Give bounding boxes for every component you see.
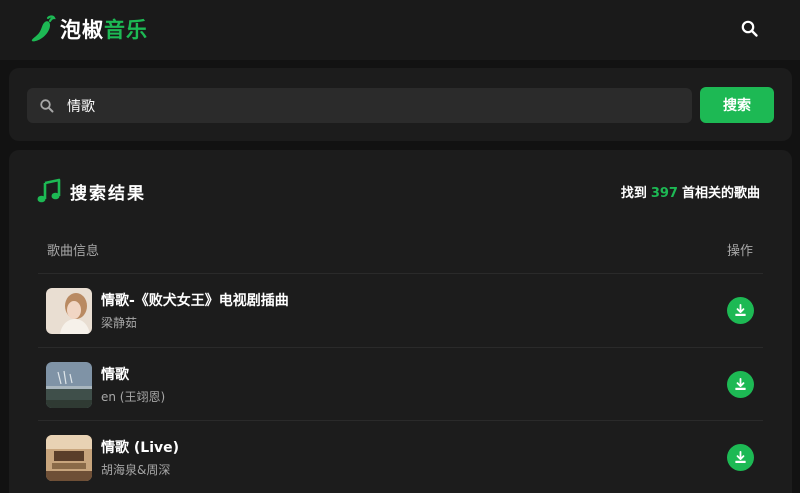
count-number: 397 — [650, 186, 678, 201]
count-prefix: 找到 — [620, 186, 647, 201]
download-icon — [735, 377, 746, 390]
song-row[interactable]: 情歌 (Live) 胡海泉&周深 — [38, 421, 763, 493]
song-row[interactable]: 情歌-《败犬女王》电视剧插曲 梁静茹 — [38, 274, 763, 348]
album-cover — [46, 288, 92, 334]
song-artist: en (王翊恩) — [101, 389, 166, 404]
chili-pepper-icon — [31, 15, 56, 42]
results-count: 找到 397 首相关的歌曲 — [621, 182, 760, 201]
download-button[interactable] — [727, 297, 754, 324]
album-cover — [46, 361, 92, 408]
app-title: 泡椒音乐 — [60, 18, 148, 42]
song-artist: 胡海泉&周深 — [101, 463, 171, 477]
table-header: 歌曲信息 操作 — [38, 238, 763, 274]
music-note-icon — [37, 178, 61, 203]
song-row[interactable]: 情歌 en (王翊恩) — [38, 348, 763, 421]
count-suffix: 首相关的歌曲 — [681, 186, 760, 201]
song-title: 情歌 — [101, 366, 129, 383]
app-logo[interactable]: 泡椒音乐 — [30, 14, 148, 44]
search-button[interactable]: 搜索 — [700, 87, 774, 123]
song-list: 情歌-《败犬女王》电视剧插曲 梁静茹 情歌 en (王翊恩) 情歌 (Live)… — [38, 274, 763, 493]
song-title: 情歌 (Live) — [101, 440, 180, 456]
results-heading: 搜索结果 — [36, 178, 146, 204]
search-icon — [40, 98, 54, 112]
download-icon — [735, 303, 746, 316]
download-icon — [735, 450, 746, 463]
results-title: 搜索结果 — [70, 183, 146, 204]
search-field[interactable] — [27, 88, 692, 123]
song-title: 情歌-《败犬女王》电视剧插曲 — [101, 293, 289, 309]
song-artist: 梁静茹 — [101, 316, 138, 330]
results-panel: 搜索结果 找到 397 首相关的歌曲 歌曲信息 操作 情歌-《败犬女王》电视剧插曲 … — [9, 150, 792, 493]
search-icon[interactable] — [740, 19, 760, 39]
top-header: 泡椒音乐 — [0, 0, 800, 60]
column-actions: 操作 — [726, 244, 753, 259]
album-cover — [46, 435, 92, 481]
download-button[interactable] — [727, 370, 754, 398]
download-button[interactable] — [727, 444, 754, 471]
search-input[interactable] — [67, 97, 667, 114]
column-song-info: 歌曲信息 — [47, 244, 100, 259]
search-panel: 搜索 — [9, 68, 792, 141]
